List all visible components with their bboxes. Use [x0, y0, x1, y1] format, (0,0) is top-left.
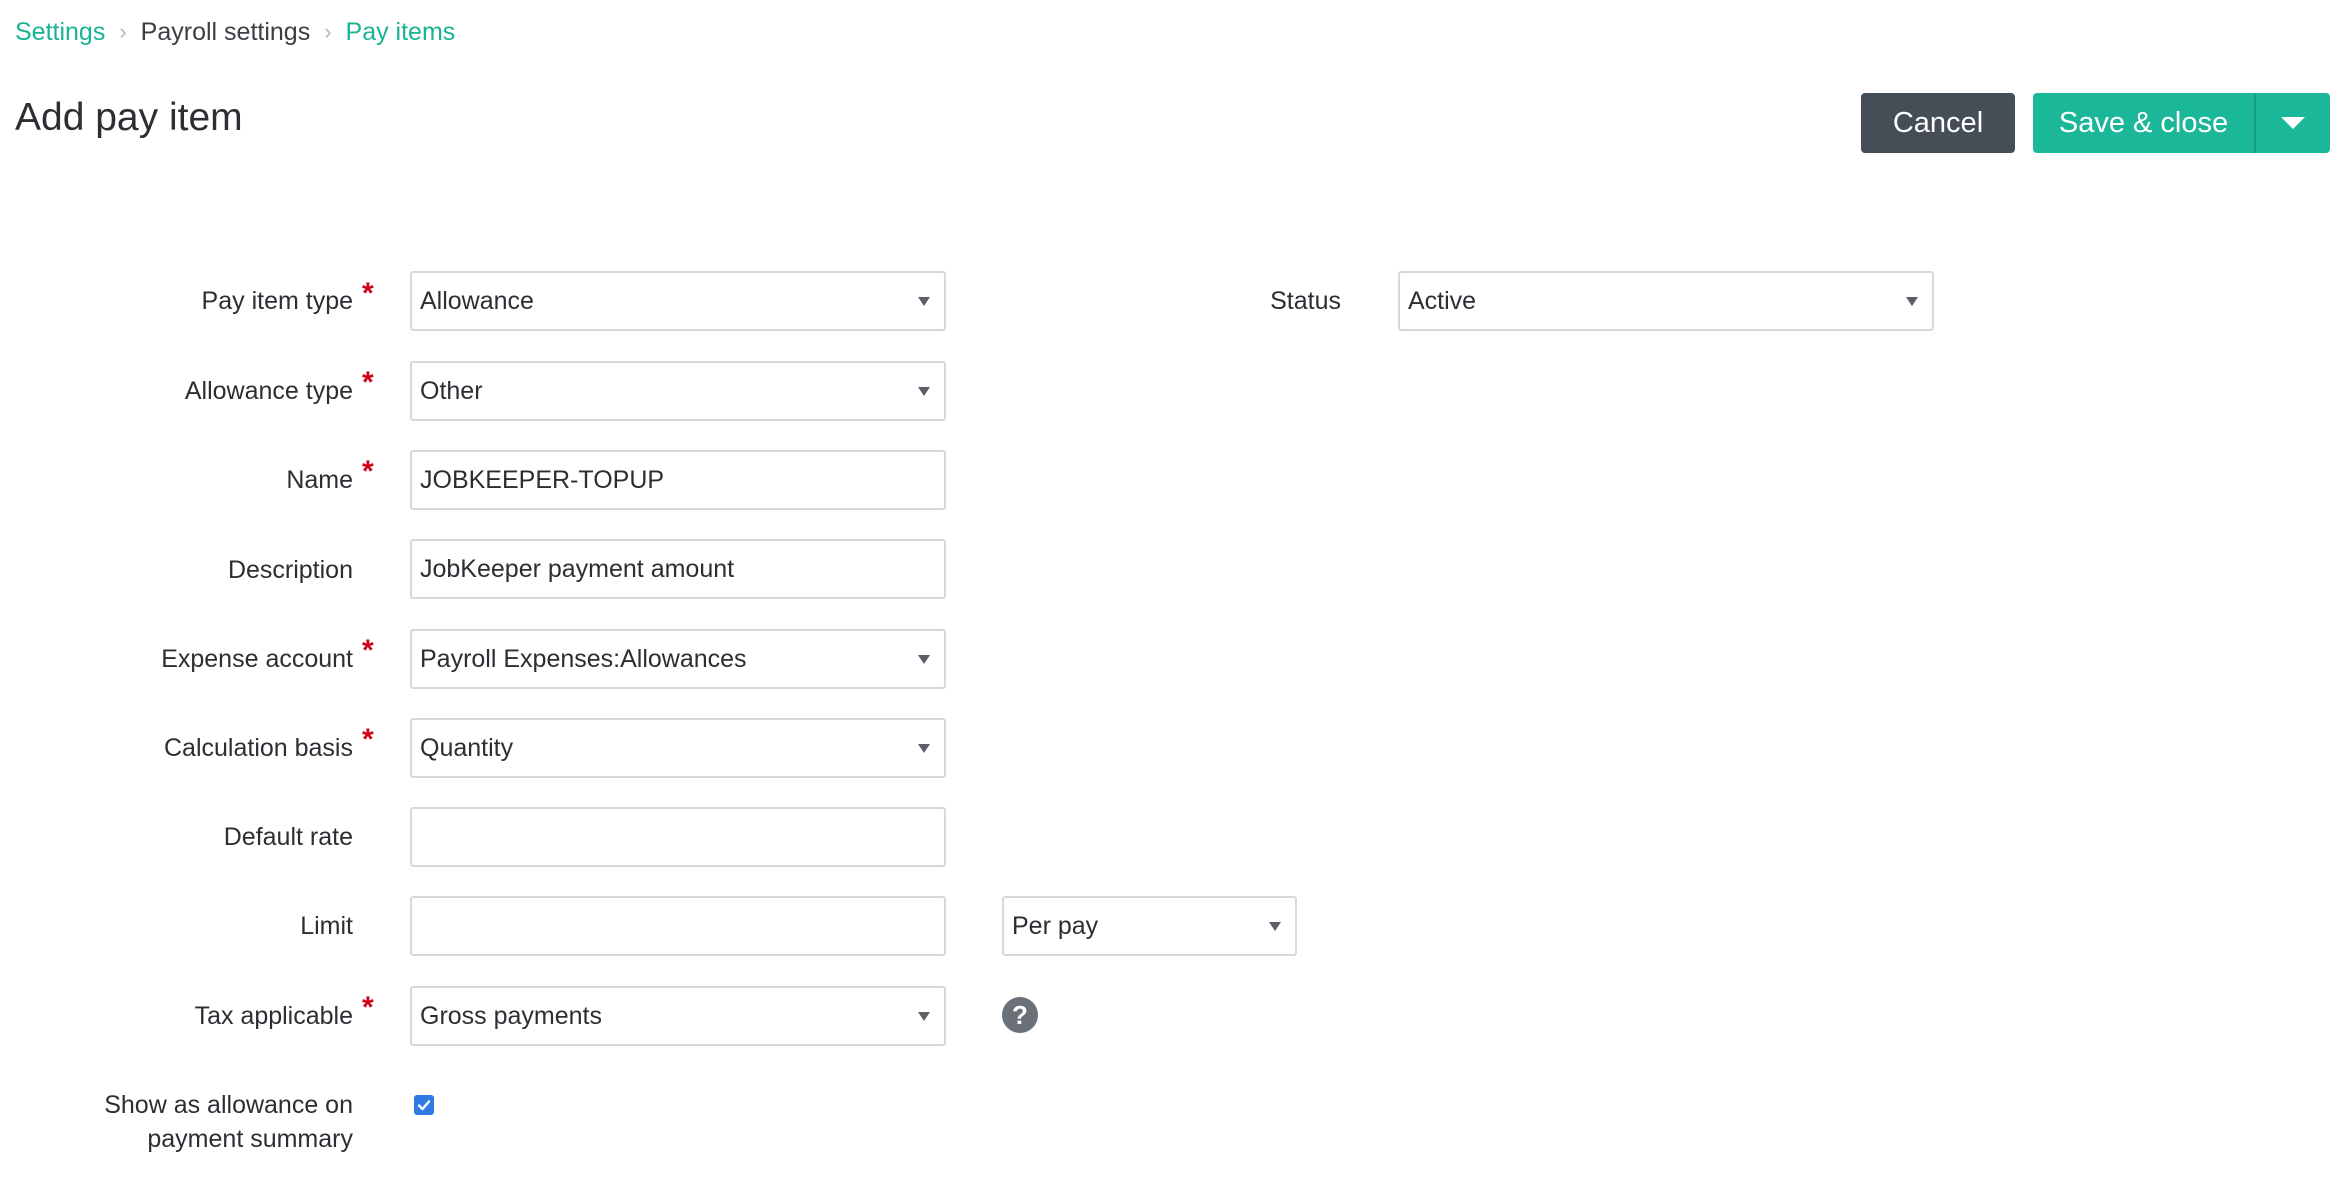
dropdown-arrow-icon — [918, 387, 930, 396]
show-as-allowance-label-line2: payment summary — [147, 1125, 353, 1153]
page-title: Add pay item — [15, 96, 243, 139]
calculation-basis-select[interactable]: Quantity — [410, 718, 946, 778]
allowance-type-value: Other — [420, 376, 483, 405]
default-rate-label: Default rate — [223, 823, 353, 851]
status-select[interactable]: Active — [1398, 271, 1934, 331]
breadcrumb-chevron-icon: › — [119, 19, 127, 44]
expense-account-select[interactable]: Payroll Expenses:Allowances — [410, 629, 946, 689]
name-input[interactable]: JOBKEEPER-TOPUP — [410, 450, 946, 510]
description-label: Description — [227, 556, 353, 584]
save-and-close-button[interactable]: Save & close — [2033, 93, 2254, 153]
tax-applicable-select[interactable]: Gross payments — [410, 986, 946, 1046]
name-label: Name — [286, 466, 353, 494]
tax-applicable-label: Tax applicable — [194, 1002, 353, 1030]
allowance-type-label: Allowance type — [184, 377, 353, 405]
pay-item-type-value: Allowance — [420, 286, 534, 315]
breadcrumb-chevron-icon: › — [324, 19, 332, 44]
pay-item-type-label: Pay item type — [201, 287, 353, 315]
show-as-allowance-checkbox[interactable] — [414, 1095, 434, 1115]
dropdown-arrow-icon — [918, 744, 930, 753]
breadcrumb: Settings › Payroll settings › Pay items — [15, 14, 455, 50]
breadcrumb-settings-link[interactable]: Settings — [15, 18, 105, 47]
dropdown-arrow-icon — [1906, 297, 1918, 306]
dropdown-arrow-icon — [1269, 922, 1281, 931]
expense-account-value: Payroll Expenses:Allowances — [420, 644, 747, 673]
limit-input[interactable] — [410, 896, 946, 956]
help-question-icon[interactable]: ? — [1002, 997, 1038, 1033]
dropdown-arrow-icon — [918, 297, 930, 306]
calculation-basis-value: Quantity — [420, 733, 514, 762]
expense-account-label: Expense account — [161, 645, 353, 673]
default-rate-input[interactable] — [410, 807, 946, 867]
required-marker: * — [362, 634, 374, 667]
show-as-allowance-label-line1: Show as allowance on — [104, 1091, 353, 1119]
required-marker: * — [362, 723, 374, 756]
breadcrumb-payroll-settings: Payroll settings — [140, 17, 311, 46]
required-marker: * — [362, 277, 374, 310]
required-marker: * — [362, 366, 374, 399]
tax-applicable-value: Gross payments — [420, 1001, 603, 1030]
cancel-button[interactable]: Cancel — [1861, 93, 2015, 153]
allowance-type-select[interactable]: Other — [410, 361, 946, 421]
status-value: Active — [1408, 286, 1477, 315]
limit-label: Limit — [300, 912, 353, 940]
required-marker: * — [362, 455, 374, 488]
save-options-dropdown-button[interactable] — [2254, 93, 2330, 153]
description-input[interactable]: JobKeeper payment amount — [410, 539, 946, 599]
dropdown-arrow-icon — [918, 1012, 930, 1021]
status-label: Status — [1270, 287, 1341, 315]
required-marker: * — [362, 991, 374, 1024]
show-as-allowance-label: Show as allowance on payment summary — [104, 1088, 353, 1156]
description-value: JobKeeper payment amount — [420, 554, 735, 583]
limit-period-value: Per pay — [1012, 911, 1099, 940]
pay-item-type-select[interactable]: Allowance — [410, 271, 946, 331]
caret-down-icon — [2281, 117, 2305, 129]
calculation-basis-label: Calculation basis — [164, 734, 353, 762]
breadcrumb-pay-items-link[interactable]: Pay items — [346, 18, 456, 47]
checkmark-icon — [417, 1100, 431, 1111]
name-value: JOBKEEPER-TOPUP — [420, 465, 665, 494]
dropdown-arrow-icon — [918, 655, 930, 664]
limit-period-select[interactable]: Per pay — [1002, 896, 1297, 956]
